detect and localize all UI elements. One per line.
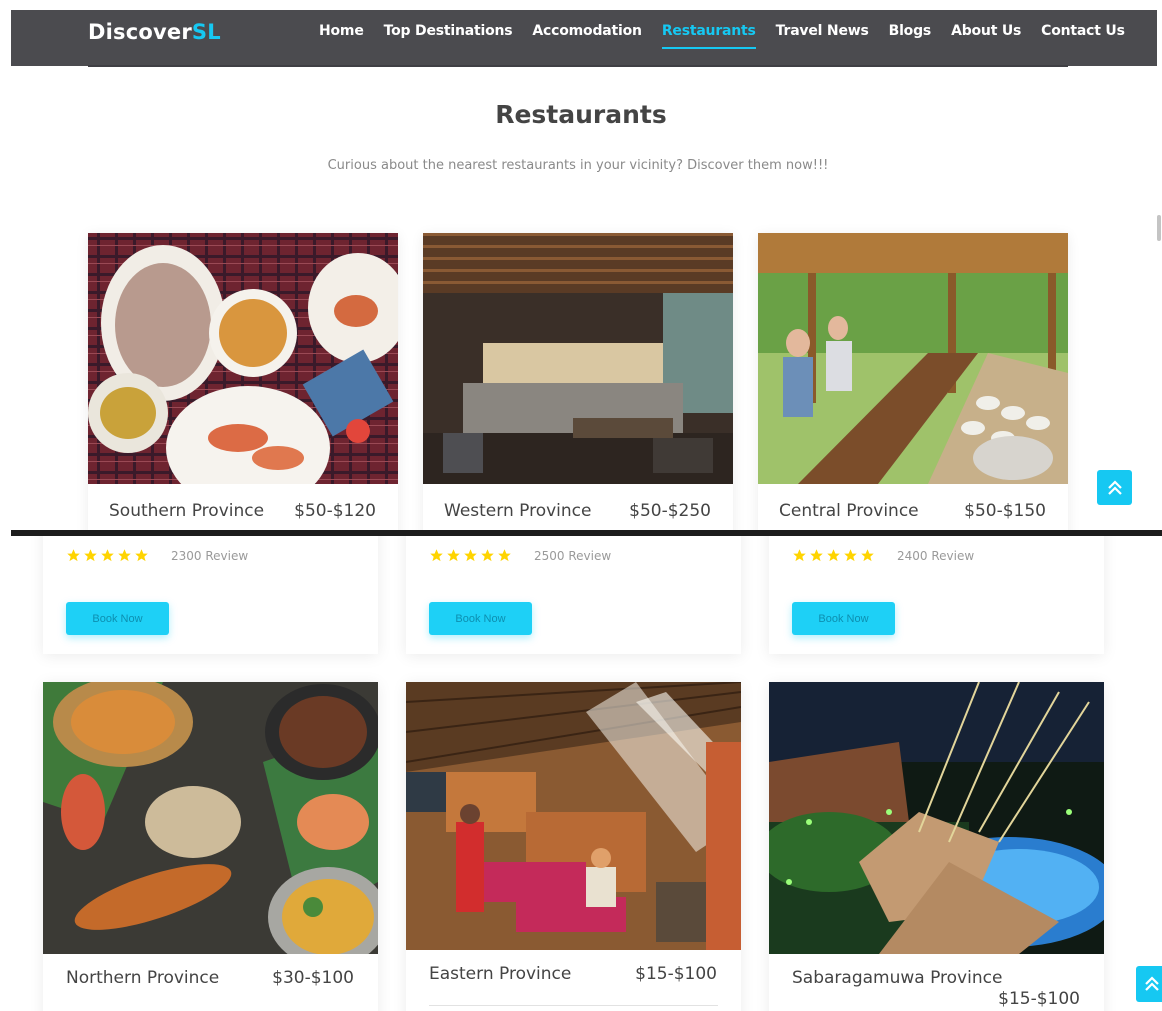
card-details-central: 2400 Review Book Now <box>769 536 1104 654</box>
province-name: Central Province <box>779 501 919 521</box>
card-details-western: 2500 Review Book Now <box>406 536 741 654</box>
book-now-button[interactable]: Book Now <box>429 602 532 635</box>
star-icon <box>481 549 494 562</box>
restaurant-card-western[interactable]: Western Province $50-$250 <box>423 233 733 532</box>
seafood-spread-image <box>43 682 378 954</box>
star-icon <box>498 549 511 562</box>
scrollbar-thumb[interactable] <box>1157 215 1161 241</box>
review-count: 2500 Review <box>534 549 612 563</box>
restaurant-card-central[interactable]: Central Province $50-$150 <box>758 233 1068 532</box>
review-count: 2400 Review <box>897 549 975 563</box>
food-plates-image <box>88 233 398 484</box>
restaurant-card-eastern[interactable]: Eastern Province $15-$100 <box>406 682 741 1011</box>
restaurant-photo <box>43 682 378 954</box>
price-range: $15-$100 <box>998 989 1080 1009</box>
star-icon <box>135 549 148 562</box>
restaurant-card-sabaragamuwa[interactable]: Sabaragamuwa Province $15-$100 <box>769 682 1104 1011</box>
price-range: $50-$150 <box>964 501 1046 521</box>
review-count: 2300 Review <box>171 549 249 563</box>
restaurant-photo <box>406 682 741 950</box>
star-icon <box>101 549 114 562</box>
price-range: $15-$100 <box>635 964 717 984</box>
star-icon <box>793 549 806 562</box>
star-icon <box>844 549 857 562</box>
card-details-southern: 2300 Review Book Now <box>43 536 378 654</box>
bottom-screenshot-section: 2300 Review Book Now 2500 Review Book No… <box>0 536 1162 1011</box>
price-range: $50-$250 <box>629 501 711 521</box>
scroll-to-top-button[interactable] <box>1136 966 1162 1002</box>
restaurant-card-northern[interactable]: Northern Province $30-$100 <box>43 682 378 1011</box>
nav-home[interactable]: Home <box>309 23 374 49</box>
nav-travel-news[interactable]: Travel News <box>766 23 879 49</box>
star-icon <box>430 549 443 562</box>
book-now-button[interactable]: Book Now <box>66 602 169 635</box>
double-chevron-up-icon <box>1107 479 1122 495</box>
nav-links: Home Top Destinations Accomodation Resta… <box>309 23 1135 49</box>
navbar-bottom-rule <box>88 65 1068 67</box>
star-icon <box>447 549 460 562</box>
site-logo[interactable]: DiscoverSL <box>88 20 221 44</box>
restaurant-interior-image <box>423 233 733 484</box>
logo-text-accent: SL <box>191 20 221 44</box>
nav-about-us[interactable]: About Us <box>941 23 1031 49</box>
scroll-to-top-button[interactable] <box>1097 470 1132 505</box>
province-name: Western Province <box>444 501 592 521</box>
price-range: $30-$100 <box>272 968 354 988</box>
price-range: $50-$120 <box>294 501 376 521</box>
card-divider <box>429 1005 718 1006</box>
nav-blogs[interactable]: Blogs <box>879 23 941 49</box>
thatched-dining-hall-image <box>406 682 741 950</box>
double-chevron-up-icon <box>1145 976 1159 991</box>
section-title: Restaurants <box>495 100 667 129</box>
province-name: Sabaragamuwa Province <box>792 968 1003 988</box>
restaurant-photo <box>769 682 1104 954</box>
nav-accomodation[interactable]: Accomodation <box>522 23 651 49</box>
outdoor-buffet-image <box>758 233 1068 484</box>
nav-top-destinations[interactable]: Top Destinations <box>374 23 523 49</box>
star-icon <box>827 549 840 562</box>
restaurant-photo <box>758 233 1068 484</box>
star-icon <box>84 549 97 562</box>
section-subtitle: Curious about the nearest restaurants in… <box>327 158 829 173</box>
restaurant-photo <box>88 233 398 484</box>
star-rating <box>66 548 149 563</box>
book-now-button[interactable]: Book Now <box>792 602 895 635</box>
star-rating <box>429 548 512 563</box>
navbar: DiscoverSL Home Top Destinations Accomod… <box>11 10 1157 66</box>
star-icon <box>861 549 874 562</box>
star-icon <box>118 549 131 562</box>
restaurant-card-southern[interactable]: Southern Province $50-$120 <box>88 233 398 532</box>
star-icon <box>67 549 80 562</box>
top-screenshot-section: DiscoverSL Home Top Destinations Accomod… <box>0 0 1162 532</box>
logo-text-main: Discover <box>88 20 192 44</box>
star-icon <box>464 549 477 562</box>
star-rating <box>792 548 875 563</box>
province-name: Northern Province <box>66 968 220 988</box>
nav-contact-us[interactable]: Contact Us <box>1031 23 1135 49</box>
restaurant-photo <box>423 233 733 484</box>
nav-restaurants[interactable]: Restaurants <box>652 23 766 49</box>
night-resort-image <box>769 682 1104 954</box>
province-name: Southern Province <box>109 501 265 521</box>
star-icon <box>810 549 823 562</box>
province-name: Eastern Province <box>429 964 572 984</box>
